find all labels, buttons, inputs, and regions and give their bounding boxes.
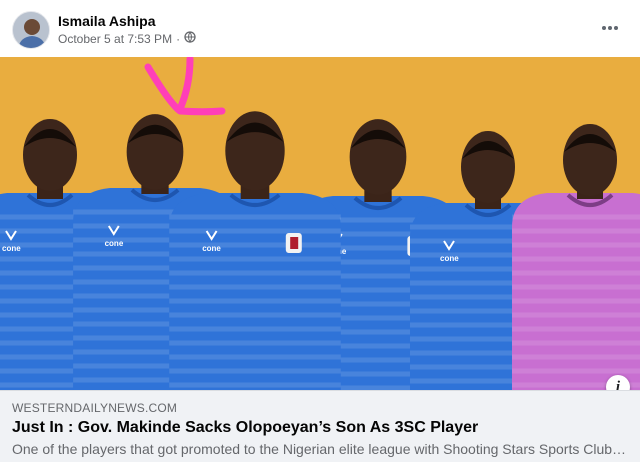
meta-separator: · [176, 31, 181, 46]
sponsor-logo-text: cone [202, 244, 221, 253]
more-options-icon [602, 26, 618, 30]
globe-icon[interactable] [184, 31, 196, 46]
team-photo-illustration: coneconeconeconecone [0, 57, 640, 390]
author-name[interactable]: Ismaila Ashipa [58, 13, 156, 29]
post-photo[interactable]: coneconeconeconecone [0, 57, 640, 390]
link-preview-card[interactable]: WESTERNDAILYNEWS.COM Just In : Gov. Maki… [0, 390, 640, 462]
sponsor-logo-text: cone [2, 244, 21, 253]
link-description: One of the players that got promoted to … [12, 441, 628, 457]
link-domain: WESTERNDAILYNEWS.COM [12, 401, 178, 415]
player-jersey [169, 193, 341, 390]
player-jersey [512, 193, 640, 390]
author-avatar[interactable] [12, 11, 50, 49]
post-meta: October 5 at 7:53 PM · [58, 31, 196, 46]
club-crest-center [290, 237, 299, 249]
link-title[interactable]: Just In : Gov. Makinde Sacks Olopoeyan’s… [12, 418, 628, 438]
avatar-image [13, 12, 49, 48]
sponsor-logo-text: cone [440, 254, 459, 263]
more-options-button[interactable] [598, 18, 622, 38]
sponsor-logo-text: cone [105, 239, 124, 248]
post-timestamp[interactable]: October 5 at 7:53 PM [58, 32, 172, 46]
post-header: Ismaila Ashipa October 5 at 7:53 PM · [0, 0, 640, 56]
